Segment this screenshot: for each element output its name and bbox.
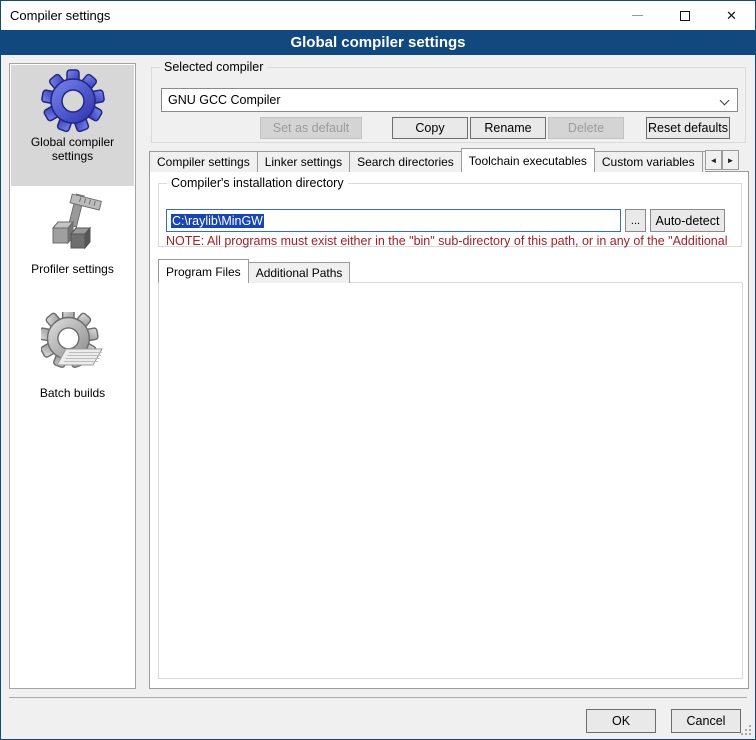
minimize-icon — [632, 15, 643, 16]
sidebar-label-profiler-settings: Profiler settings — [11, 262, 134, 276]
footer-divider — [9, 697, 747, 698]
banner-title: Global compiler settings — [290, 34, 465, 51]
delete-button[interactable]: Delete — [548, 117, 624, 139]
bin-subdirectory-note: NOTE: All programs must exist either in … — [166, 234, 736, 248]
gray-gear-stack-icon — [41, 312, 105, 376]
maximize-icon — [680, 11, 690, 21]
tab-custom-variables[interactable]: Custom variables — [594, 151, 703, 172]
sidebar-label-global-compiler-settings: Global compiler settings — [11, 135, 134, 163]
dialog-banner: Global compiler settings — [1, 30, 755, 55]
tab-search-directories[interactable]: Search directories — [349, 151, 462, 172]
reset-defaults-button[interactable]: Reset defaults — [646, 117, 730, 139]
settings-tabstrip: Compiler settings Linker settings Search… — [149, 148, 705, 172]
compiler-select[interactable]: GNU GCC Compiler — [161, 88, 738, 112]
tab-scroll-right-button[interactable]: ► — [722, 150, 739, 170]
window-title: Compiler settings — [10, 8, 110, 23]
installation-dir-input[interactable]: C:\raylib\MinGW — [166, 209, 621, 232]
tab-toolchain-executables[interactable]: Toolchain executables — [461, 148, 595, 172]
ok-button[interactable]: OK — [586, 709, 656, 733]
close-button[interactable]: ✕ — [708, 1, 755, 30]
compiler-settings-dialog: Compiler settings ✕ Global compiler sett… — [0, 0, 756, 740]
installation-dir-browse-button[interactable]: ... — [625, 209, 646, 232]
installation-directory-group: Compiler's installation directory C:\ray… — [158, 183, 742, 247]
program-files-panel — [158, 282, 743, 679]
sidebar-label-batch-builds: Batch builds — [11, 386, 134, 400]
installation-directory-group-label: Compiler's installation directory — [167, 176, 348, 190]
tab-linker-settings[interactable]: Linker settings — [257, 151, 350, 172]
toolchain-executables-page: Compiler's installation directory C:\ray… — [149, 171, 749, 689]
sidebar-item-batch-builds[interactable]: Batch builds — [11, 310, 134, 416]
tab-compiler-settings[interactable]: Compiler settings — [149, 151, 258, 172]
installation-dir-selected-text: C:\raylib\MinGW — [171, 214, 264, 228]
blue-gear-icon — [41, 69, 105, 133]
copy-button[interactable]: Copy — [392, 117, 468, 139]
tab-program-files[interactable]: Program Files — [158, 259, 249, 283]
minimize-button[interactable] — [614, 1, 661, 30]
sidebar-item-profiler-settings[interactable]: Profiler settings — [11, 190, 134, 290]
close-icon: ✕ — [726, 9, 737, 22]
caliper-tool-icon — [41, 192, 105, 256]
cancel-button[interactable]: Cancel — [671, 709, 741, 733]
tab-scroll-left-icon: ◄ — [710, 156, 718, 165]
tab-additional-paths[interactable]: Additional Paths — [248, 262, 351, 283]
compiler-select-value: GNU GCC Compiler — [168, 93, 281, 107]
selected-compiler-group-label: Selected compiler — [160, 60, 267, 74]
chevron-down-icon — [720, 96, 730, 106]
resize-grip-icon[interactable] — [740, 724, 752, 736]
selected-compiler-group: Selected compiler GNU GCC Compiler Set a… — [151, 67, 746, 143]
tab-scroll-right-icon: ► — [727, 156, 735, 165]
rename-button[interactable]: Rename — [470, 117, 546, 139]
sidebar-item-global-compiler-settings[interactable]: Global compiler settings — [11, 65, 134, 186]
tab-scroll-left-button[interactable]: ◄ — [705, 150, 722, 170]
program-files-tabstrip: Program Files Additional Paths — [158, 259, 350, 282]
titlebar: Compiler settings ✕ — [1, 1, 755, 30]
settings-sidebar: Global compiler settings — [9, 63, 136, 689]
auto-detect-button[interactable]: Auto-detect — [650, 209, 725, 232]
maximize-button[interactable] — [661, 1, 708, 30]
set-as-default-button[interactable]: Set as default — [260, 117, 362, 139]
